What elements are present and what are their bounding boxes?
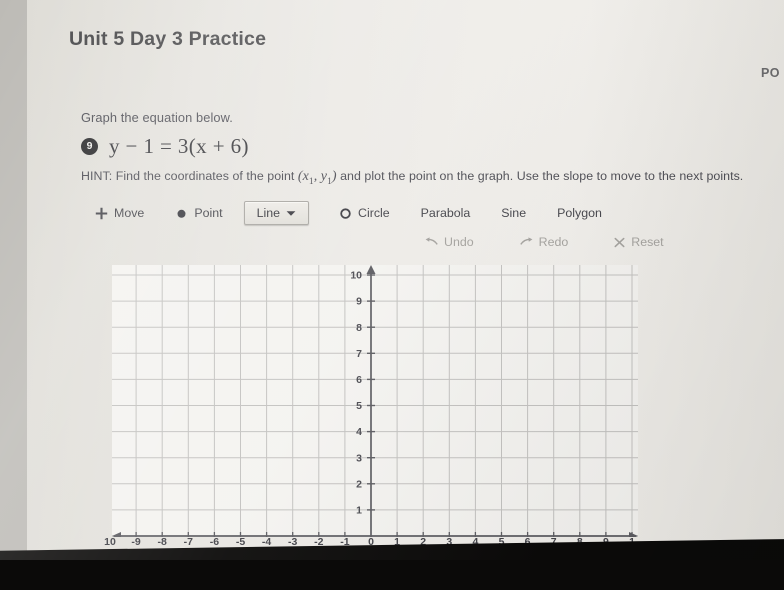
tool-sine[interactable]: Sine [491, 202, 536, 224]
page-title: Unit 5 Day 3 Practice [69, 28, 267, 50]
tool-line[interactable]: Line [243, 201, 309, 226]
y-tick-label: 9 [356, 296, 362, 308]
reset-x-icon [614, 237, 625, 248]
tool-point-label: Point [194, 206, 223, 220]
x-tick-label: -9 [131, 536, 141, 548]
undo-button[interactable]: Undo [415, 231, 484, 253]
y-tick-label: 2 [356, 478, 362, 490]
hint-suffix: and plot the point on the graph. Use the… [336, 169, 744, 183]
hint-prefix: HINT: Find the coordinates of the point [81, 169, 298, 183]
tool-sine-label: Sine [501, 206, 527, 220]
grid-lines [112, 265, 638, 537]
tool-point[interactable]: Point [165, 202, 232, 225]
undo-label: Undo [444, 235, 474, 249]
screen-left-edge [0, 0, 27, 560]
undo-arrow-icon [425, 237, 438, 248]
tool-parabola-label: Parabola [420, 206, 471, 220]
hint-point-coordinates: (x1, y1) [297, 169, 337, 187]
y-tick-label: 10 [350, 270, 362, 282]
y-tick-label: 7 [356, 348, 362, 360]
y-tick-label: 1 [356, 505, 362, 517]
tool-polygon-label: Polygon [557, 206, 602, 220]
reset-button[interactable]: Reset [604, 231, 673, 253]
redo-arrow-icon [519, 237, 533, 248]
worksheet-page: Unit 5 Day 3 Practice PO Graph the equat… [27, 0, 784, 560]
y-tick-label: 3 [356, 452, 362, 464]
hint-y-sub: 1 [327, 176, 332, 187]
x-tick-label: -7 [183, 536, 193, 548]
y-tick-label: 6 [356, 374, 362, 386]
tool-circle-label: Circle [358, 206, 390, 220]
tool-move-label: Move [114, 206, 145, 220]
tool-parabola[interactable]: Parabola [411, 202, 481, 224]
tool-polygon[interactable]: Polygon [547, 202, 612, 224]
x-tick-label: -8 [157, 536, 167, 548]
tool-move[interactable]: Move [85, 202, 154, 225]
axis-lines [112, 265, 638, 537]
worksheet-page-surface: Unit 5 Day 3 Practice PO Graph the equat… [27, 0, 784, 560]
chevron-down-icon[interactable] [286, 210, 296, 217]
redo-label: Redo [538, 235, 569, 249]
toolbar-actions-row: Undo Redo Reset [415, 231, 674, 253]
equation-text: y − 1 = 3(x + 6) [109, 134, 249, 158]
coordinate-grid-canvas[interactable]: 1 2 3 4 5 6 7 8 9 10 [112, 265, 638, 537]
screenshot-root: Unit 5 Day 3 Practice PO Graph the equat… [0, 0, 784, 590]
tool-line-label: Line [256, 206, 280, 220]
corner-label: PO [760, 66, 780, 80]
move-crosshair-icon [95, 207, 108, 220]
equation-row: 9 y − 1 = 3(x + 6) [81, 134, 249, 159]
hollow-circle-icon [339, 207, 352, 220]
y-tick-label: 4 [356, 426, 362, 438]
graph-toolbar: Move Point Line Circle Parabola Sine Pol… [85, 201, 664, 259]
y-tick-label: 5 [356, 400, 362, 412]
coordinate-grid-svg[interactable]: 1 2 3 4 5 6 7 8 9 10 [112, 265, 638, 537]
y-tick-label: 8 [356, 322, 362, 334]
x-tick-label: -6 [209, 536, 220, 548]
hint-x-sub: 1 [308, 176, 314, 187]
filled-dot-icon [175, 207, 188, 220]
redo-button[interactable]: Redo [510, 231, 579, 253]
y-axis-arrow [366, 265, 376, 274]
instruction-text: Graph the equation below. [81, 110, 233, 125]
toolbar-tools-row: Move Point Line Circle Parabola Sine Pol… [85, 201, 612, 226]
hint-text: HINT: Find the coordinates of the point … [81, 169, 743, 187]
reset-label: Reset [631, 235, 664, 249]
x-tick-label: 10 [104, 536, 116, 548]
tool-circle[interactable]: Circle [329, 202, 400, 225]
question-number-badge: 9 [81, 138, 98, 155]
